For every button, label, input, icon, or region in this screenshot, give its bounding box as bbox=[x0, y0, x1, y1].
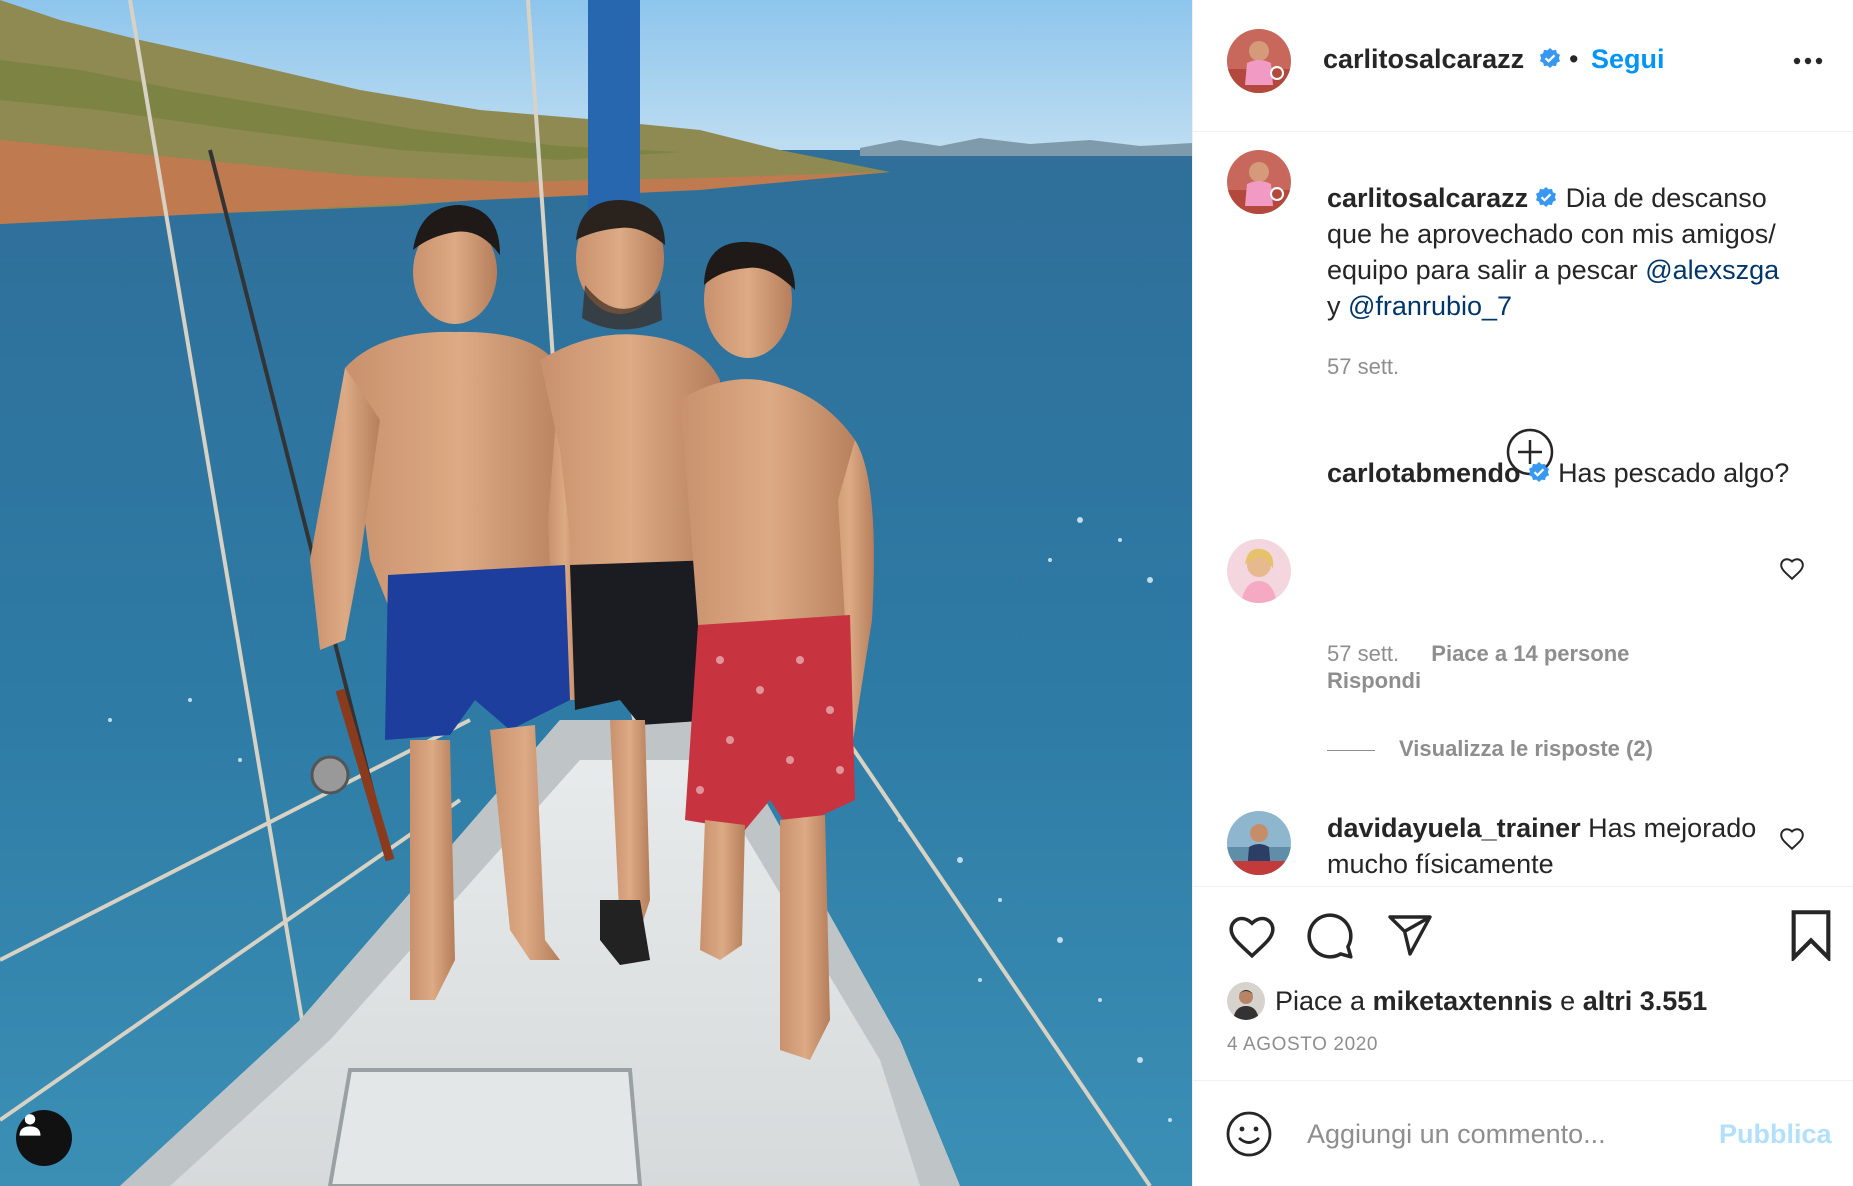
save-bookmark-icon[interactable] bbox=[1788, 909, 1834, 961]
like-comment-heart-icon[interactable] bbox=[1779, 556, 1805, 582]
comment-time[interactable]: 57 sett. bbox=[1327, 641, 1399, 666]
post-header: carlitosalcarazz • Segui bbox=[1193, 0, 1853, 132]
caption-avatar[interactable] bbox=[1227, 150, 1291, 214]
likes-prefix: Piace a bbox=[1275, 985, 1366, 1016]
comment-body: Has pescado algo? bbox=[1558, 458, 1790, 488]
post-actions: Piace a miketaxtennis e altri 3.551 4 AG… bbox=[1193, 886, 1853, 1080]
tagged-users-button[interactable] bbox=[16, 1110, 72, 1166]
caption-username[interactable]: carlitosalcarazz bbox=[1327, 183, 1528, 213]
post-side-panel: carlitosalcarazz • Segui carlitosalcaraz… bbox=[1192, 0, 1853, 1186]
likes-text: Piace a miketaxtennis e altri 3.551 bbox=[1275, 986, 1707, 1017]
comment-username[interactable]: carlotabmendo bbox=[1327, 458, 1521, 488]
likes-others[interactable]: altri 3.551 bbox=[1583, 986, 1708, 1016]
emoji-smiley-icon[interactable] bbox=[1225, 1110, 1273, 1158]
replies-divider bbox=[1327, 749, 1375, 751]
mention-link[interactable]: @alexszga bbox=[1645, 255, 1779, 285]
comment-avatar[interactable] bbox=[1227, 811, 1291, 875]
comment-avatar[interactable] bbox=[1227, 539, 1291, 603]
comment-text: carlotabmendo Has pescado algo? bbox=[1327, 455, 1797, 491]
reply-button[interactable]: Rispondi bbox=[1327, 668, 1421, 693]
verified-badge-icon bbox=[1528, 462, 1549, 482]
comment-composer: Pubblica bbox=[1193, 1080, 1853, 1186]
comment-reply-wrapper: Rispondi bbox=[1327, 668, 1421, 694]
avatar-image bbox=[1227, 539, 1291, 603]
comment-likes-count[interactable]: Piace a 14 persone bbox=[1431, 641, 1629, 666]
like-comment-heart-icon[interactable] bbox=[1779, 826, 1805, 852]
comment-username[interactable]: davidayuela_trainer bbox=[1327, 813, 1581, 843]
boat-scene-image bbox=[0, 0, 1192, 1186]
avatar-image bbox=[1227, 811, 1291, 875]
author-avatar[interactable] bbox=[1227, 29, 1291, 93]
follow-button[interactable]: Segui bbox=[1591, 44, 1665, 75]
post-date[interactable]: 4 AGOSTO 2020 bbox=[1227, 1034, 1378, 1056]
view-replies-label[interactable]: Visualizza le risposte (2) bbox=[1399, 736, 1653, 761]
avatar-image bbox=[1227, 29, 1291, 93]
mention-link[interactable]: @franrubio_7 bbox=[1348, 291, 1512, 321]
publish-button[interactable]: Pubblica bbox=[1719, 1119, 1832, 1150]
caption-time[interactable]: 57 sett. bbox=[1327, 354, 1399, 380]
post-photo[interactable] bbox=[0, 0, 1192, 1186]
comment-meta: 57 sett. Piace a 14 persone bbox=[1327, 641, 1629, 667]
avatar-image bbox=[1227, 982, 1265, 1020]
liker-username[interactable]: miketaxtennis bbox=[1373, 986, 1553, 1016]
liker-avatar[interactable] bbox=[1227, 982, 1265, 1020]
share-paper-plane-icon[interactable] bbox=[1385, 911, 1435, 959]
caption-text: carlitosalcarazz Dia de descanso que he … bbox=[1327, 180, 1797, 324]
person-icon bbox=[19, 1114, 41, 1136]
comment-bubble-icon[interactable] bbox=[1305, 911, 1355, 961]
view-replies-button[interactable]: Visualizza le risposte (2) bbox=[1327, 736, 1653, 762]
comment-text: davidayuela_trainer Has mejorado mucho f… bbox=[1327, 810, 1797, 882]
verified-badge-icon bbox=[1536, 187, 1557, 207]
author-username-text[interactable]: carlitosalcarazz bbox=[1323, 44, 1524, 74]
comment-input[interactable] bbox=[1307, 1107, 1707, 1161]
author-username[interactable]: carlitosalcarazz bbox=[1323, 44, 1562, 75]
comments-list[interactable]: carlitosalcarazz Dia de descanso que he … bbox=[1193, 133, 1853, 886]
likes-summary: Piace a miketaxtennis e altri 3.551 bbox=[1227, 981, 1707, 1021]
likes-joiner: e bbox=[1560, 985, 1576, 1016]
like-heart-icon[interactable] bbox=[1227, 913, 1277, 959]
verified-badge-icon bbox=[1539, 48, 1560, 68]
more-horizontal-icon[interactable] bbox=[1791, 46, 1825, 76]
caption-joiner: y bbox=[1327, 291, 1341, 321]
avatar-image bbox=[1227, 150, 1291, 214]
header-separator: • bbox=[1569, 44, 1579, 74]
